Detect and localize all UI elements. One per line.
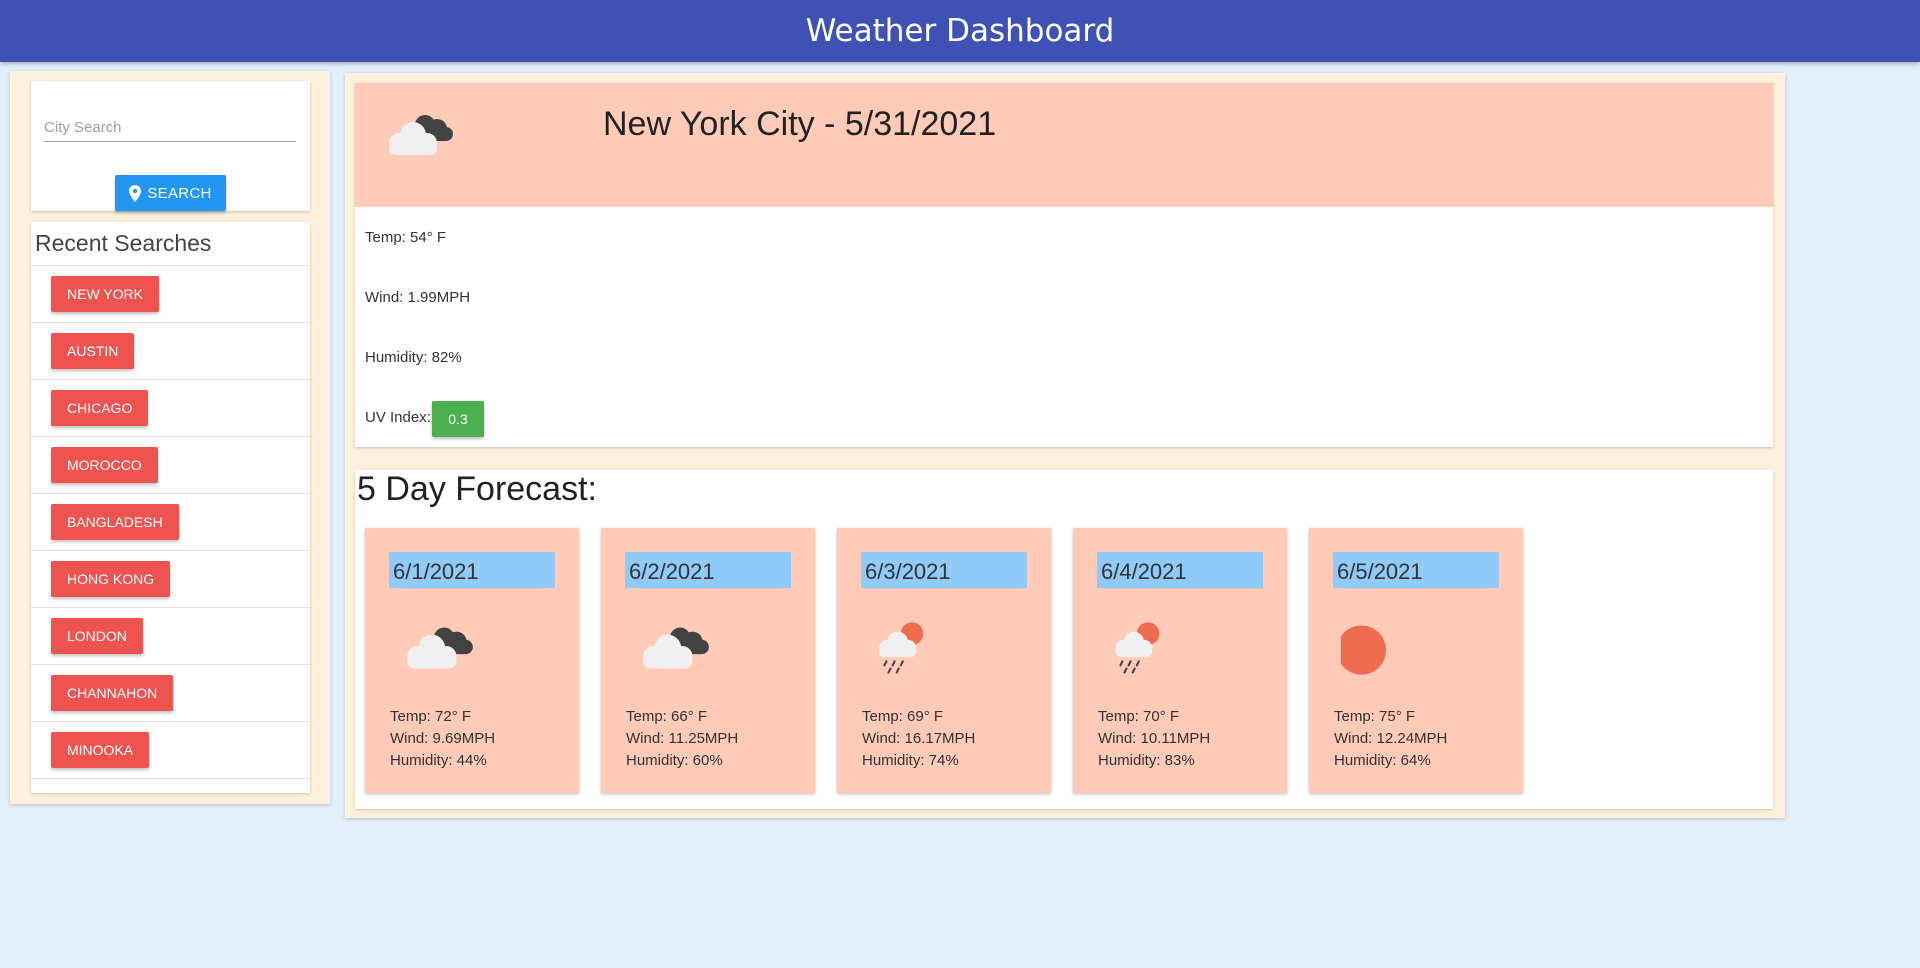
recent-city-button[interactable]: NEW YORK (51, 276, 159, 312)
recent-city-button[interactable]: LONDON (51, 618, 143, 654)
forecast-wind: Wind: 10.11MPH (1098, 730, 1211, 747)
forecast-temp: Temp: 66° F (626, 708, 708, 725)
forecast-temp: Temp: 72° F (390, 708, 472, 725)
forecast-date: 6/3/2021 (861, 552, 1027, 588)
search-button[interactable]: SEARCH (115, 175, 226, 211)
recent-city-button[interactable]: BANGLADESH (51, 504, 179, 540)
current-city-title: New York City - 5/31/2021 (603, 105, 997, 143)
current-weather-card: New York City - 5/31/2021 Temp: 54° F Wi… (355, 83, 1773, 447)
forecast-day-card: 6/3/2021 Temp: 69° F Wind: 16.17MPH Humi… (837, 528, 1051, 793)
app-title: Weather Dashboard (805, 13, 1115, 49)
forecast-humidity: Humidity: 83% (1098, 752, 1195, 769)
forecast-day-card: 6/5/2021 Temp: 75° F Wind: 12.24MPH Humi… (1309, 528, 1523, 793)
search-card: SEARCH (31, 81, 310, 211)
recent-city-button[interactable]: CHICAGO (51, 390, 149, 426)
forecast-date: 6/4/2021 (1097, 552, 1263, 588)
list-item: MINOOKA (31, 722, 310, 779)
forecast-wind: Wind: 16.17MPH (862, 730, 976, 747)
broken-clouds-icon (389, 115, 453, 155)
list-item: MOROCCO (31, 437, 310, 494)
map-pin-icon (129, 184, 142, 202)
list-item: CHANNAHON (31, 665, 310, 722)
forecast-humidity: Humidity: 44% (390, 752, 487, 769)
forecast-temp: Temp: 69° F (862, 708, 944, 725)
clear-sun-icon (1341, 625, 1387, 675)
forecast-stats: Temp: 70° F Wind: 10.11MPH Humidity: 83% (1098, 706, 1210, 772)
forecast-wind: Wind: 11.25MPH (626, 730, 739, 747)
forecast-date: 6/5/2021 (1333, 552, 1499, 588)
forecast-stats: Temp: 69° F Wind: 16.17MPH Humidity: 74% (862, 706, 975, 772)
rain-sun-icon (1115, 622, 1160, 674)
recent-searches-title: Recent Searches (31, 222, 310, 266)
forecast-card: 5 Day Forecast: 6/1/2021 Temp: 72° F Win… (355, 470, 1773, 809)
current-wind: Wind: 1.99MPH (365, 289, 471, 306)
forecast-title: 5 Day Forecast: (357, 470, 597, 508)
current-weather-header: New York City - 5/31/2021 (355, 83, 1773, 207)
recent-city-button[interactable]: CHANNAHON (51, 675, 174, 711)
app-header: Weather Dashboard (0, 0, 1920, 62)
forecast-humidity: Humidity: 74% (862, 752, 959, 769)
recent-city-button[interactable]: AUSTIN (51, 333, 135, 369)
list-item: LONDON (31, 608, 310, 665)
forecast-day-card: 6/1/2021 Temp: 72° F Wind: 9.69MPH Humid… (365, 528, 579, 793)
current-temp: Temp: 54° F (365, 229, 447, 246)
recent-city-button[interactable]: MOROCCO (51, 447, 158, 483)
uv-index-badge: 0.3 (432, 401, 484, 437)
forecast-stats: Temp: 66° F Wind: 11.25MPH Humidity: 60% (626, 706, 738, 772)
list-item: AUSTIN (31, 323, 310, 380)
recent-city-button[interactable]: HONG KONG (51, 561, 171, 597)
broken-clouds-icon (643, 627, 709, 669)
main-panel: New York City - 5/31/2021 Temp: 54° F Wi… (345, 73, 1785, 818)
city-search-input[interactable] (44, 113, 296, 142)
forecast-stats: Temp: 75° F Wind: 12.24MPH Humidity: 64% (1334, 706, 1447, 772)
uv-index-label: UV Index: (365, 409, 431, 426)
list-item: NEW YORK (31, 266, 310, 323)
sidebar: SEARCH Recent Searches NEW YORK AUSTIN C… (10, 71, 330, 804)
forecast-day-card: 6/2/2021 Temp: 66° F Wind: 11.25MPH Humi… (601, 528, 815, 793)
search-button-label: SEARCH (147, 184, 212, 202)
forecast-temp: Temp: 75° F (1334, 708, 1416, 725)
recent-searches-card: Recent Searches NEW YORK AUSTIN CHICAGO … (31, 222, 310, 793)
current-humidity: Humidity: 82% (365, 349, 462, 366)
list-item: BANGLADESH (31, 494, 310, 551)
broken-clouds-icon (407, 627, 473, 669)
rain-sun-icon (879, 622, 924, 674)
list-item: CHICAGO (31, 380, 310, 437)
forecast-wind: Wind: 12.24MPH (1334, 730, 1448, 747)
forecast-humidity: Humidity: 64% (1334, 752, 1431, 769)
forecast-stats: Temp: 72° F Wind: 9.69MPH Humidity: 44% (390, 706, 495, 772)
recent-city-button[interactable]: MINOOKA (51, 732, 150, 768)
list-item: HONG KONG (31, 551, 310, 608)
forecast-humidity: Humidity: 60% (626, 752, 723, 769)
forecast-date: 6/2/2021 (625, 552, 791, 588)
forecast-date: 6/1/2021 (389, 552, 555, 588)
forecast-temp: Temp: 70° F (1098, 708, 1180, 725)
forecast-wind: Wind: 9.69MPH (390, 730, 496, 747)
forecast-day-card: 6/4/2021 Temp: 70° F Wind: 10.11MPH Humi… (1073, 528, 1287, 793)
